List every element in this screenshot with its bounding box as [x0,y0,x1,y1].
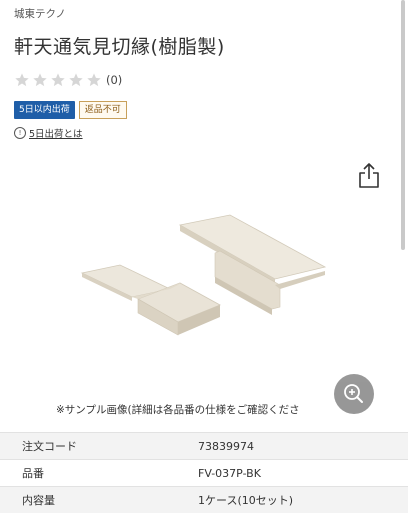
spec-value: 73839974 [198,439,254,453]
badges: 5日以内出荷 返品不可 [14,101,127,119]
star-icon [86,72,102,88]
spec-row-part-number: 品番 FV-037P-BK [0,459,408,486]
spec-label: 品番 [22,467,44,480]
spec-label: 注文コード [22,440,77,453]
spec-row-contents: 内容量 1ケース(10セット) [0,486,408,513]
shipping-info-link[interactable]: ! 5日出荷とは [14,126,83,140]
spec-value: 1ケース(10セット) [198,494,294,507]
image-caption: ※サンプル画像(詳細は各品番の仕様をご確認くださ [56,404,300,416]
rating[interactable]: (0) [14,72,122,88]
spec-value: FV-037P-BK [198,466,261,480]
star-icon [68,72,84,88]
shipping-badge: 5日以内出荷 [14,101,75,119]
no-return-badge: 返品不可 [78,101,127,119]
info-icon: ! [14,127,26,139]
spec-label: 内容量 [22,494,55,507]
zoom-in-icon[interactable] [334,374,374,414]
star-icon [50,72,66,88]
shipping-info-text[interactable]: 5日出荷とは [29,126,83,140]
share-icon[interactable] [357,162,381,190]
brand-name[interactable]: 城東テクノ [14,6,66,21]
star-icon [14,72,30,88]
spec-row-order-code: 注文コード 73839974 [0,432,408,459]
spec-table: 注文コード 73839974 品番 FV-037P-BK 内容量 1ケース(10… [0,432,408,513]
star-icon [32,72,48,88]
product-image[interactable] [70,205,340,355]
scrollbar[interactable] [401,0,405,250]
product-title: 軒天通気見切縁(樹脂製) [14,36,225,58]
rating-count[interactable]: (0) [106,73,122,87]
